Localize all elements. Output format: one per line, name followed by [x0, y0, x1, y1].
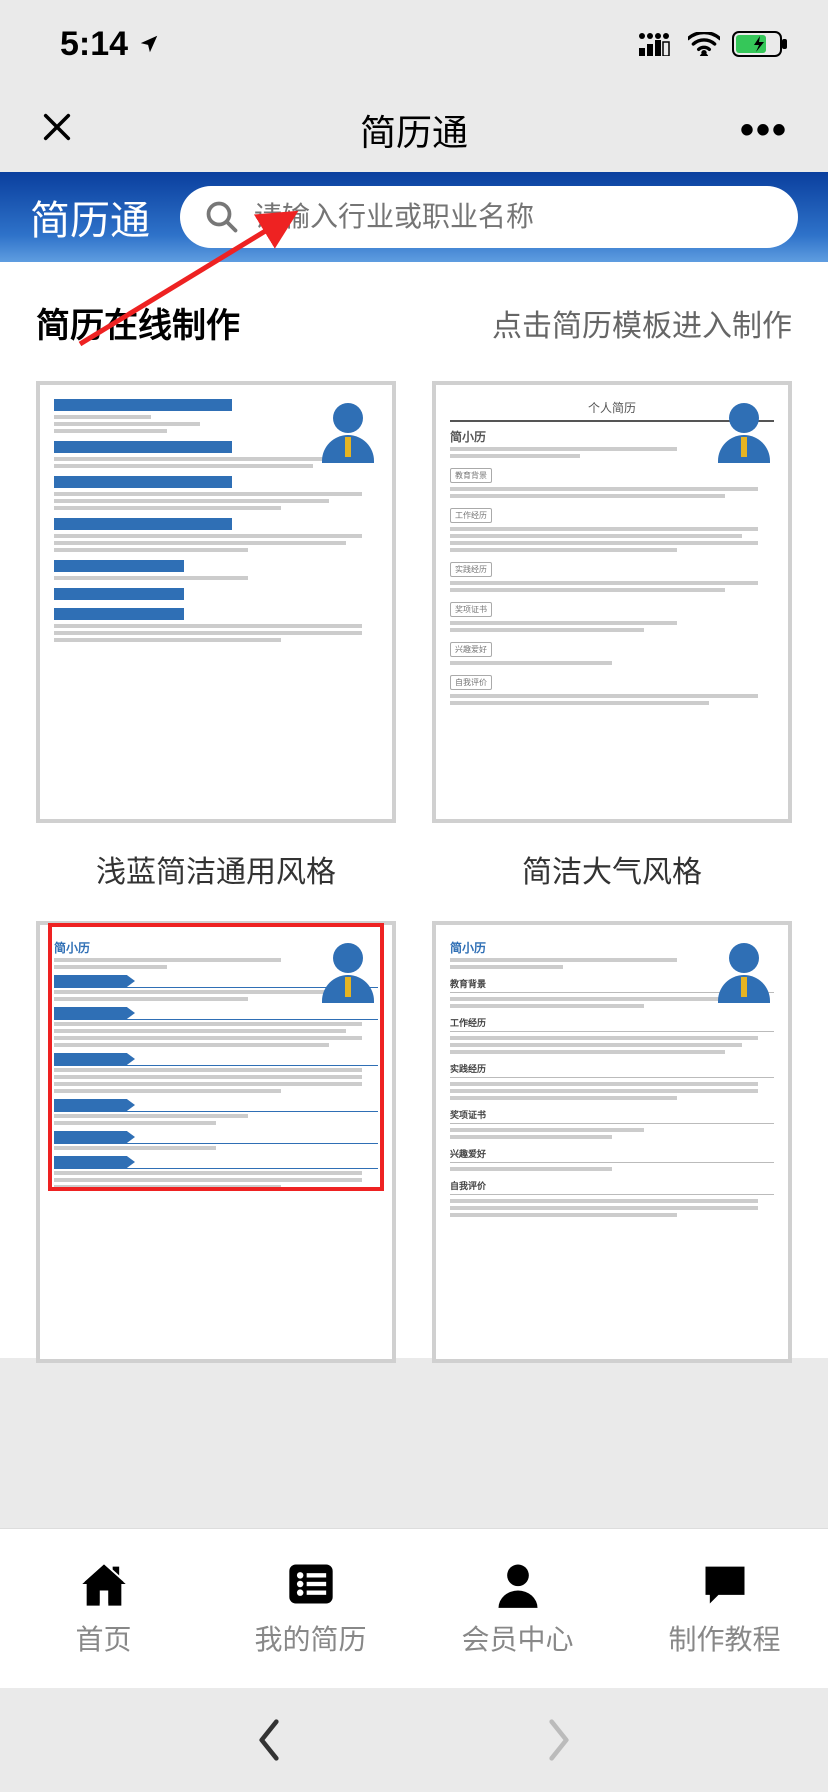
- list-icon: [285, 1560, 337, 1608]
- search-input[interactable]: [254, 201, 774, 233]
- signal-icon: [638, 32, 676, 56]
- chat-icon: [699, 1560, 751, 1608]
- status-bar: 5:14: [0, 0, 828, 88]
- person-icon: [492, 1560, 544, 1608]
- bottom-tab-bar: 首页 我的简历 会员中心 制作教程: [0, 1528, 828, 1688]
- more-icon[interactable]: •••: [740, 110, 788, 150]
- template-card[interactable]: 个人简历 简小历 教育背景 工作经历 实践经历 奖项证书 兴趣爱好 自我评价 简…: [432, 381, 792, 891]
- tab-my-resumes[interactable]: 我的简历: [207, 1529, 414, 1688]
- avatar-icon: [322, 943, 374, 1003]
- location-icon: [138, 33, 160, 55]
- template-thumb: 个人简历 简小历 教育背景 工作经历 实践经历 奖项证书 兴趣爱好 自我评价: [432, 381, 792, 823]
- template-caption: 浅蓝简洁通用风格: [96, 847, 336, 891]
- template-card[interactable]: 简小历 教育背景 工作经历 实践经历 奖项证书 兴趣爱好 自我评价: [432, 921, 792, 1363]
- avatar-icon: [322, 403, 374, 463]
- tab-tutorial[interactable]: 制作教程: [621, 1529, 828, 1688]
- tab-home[interactable]: 首页: [0, 1529, 207, 1688]
- search-icon: [204, 199, 240, 235]
- template-thumb: [36, 381, 396, 823]
- page-title: 简历通: [360, 104, 468, 156]
- template-caption: 简洁大气风格: [522, 847, 702, 891]
- tab-label: 制作教程: [668, 1618, 780, 1658]
- wifi-icon: [688, 32, 720, 56]
- section-header: 简历在线制作 点击简历模板进入制作: [36, 298, 792, 347]
- status-time-wrap: 5:14: [60, 25, 160, 64]
- avatar-icon: [718, 403, 770, 463]
- avatar-icon: [718, 943, 770, 1003]
- close-icon[interactable]: [40, 110, 74, 151]
- mini-program-nav: 简历通 •••: [0, 88, 828, 172]
- battery-icon: [732, 31, 788, 57]
- back-icon[interactable]: [254, 1718, 284, 1762]
- template-card[interactable]: 浅蓝简洁通用风格: [36, 381, 396, 891]
- tab-member[interactable]: 会员中心: [414, 1529, 621, 1688]
- template-thumb: 简小历 教育背景 工作经历 实践经历 奖项证书 兴趣爱好 自我评价: [432, 921, 792, 1363]
- app-header: 简历通: [0, 172, 828, 262]
- tab-label: 首页: [75, 1618, 131, 1658]
- tab-hint: 点击简历模板进入制作: [492, 301, 792, 345]
- template-grid: 浅蓝简洁通用风格 个人简历 简小历 教育背景 工作经历 实践经历 奖项证书 兴趣…: [36, 381, 792, 1363]
- brand-name: 简历通: [30, 188, 150, 246]
- tab-label: 我的简历: [254, 1618, 366, 1658]
- status-time: 5:14: [60, 25, 128, 64]
- search-bar[interactable]: [180, 186, 798, 248]
- tab-active[interactable]: 简历在线制作: [36, 298, 240, 347]
- template-thumb: 简小历: [36, 921, 396, 1363]
- template-card[interactable]: 简小历: [36, 921, 396, 1363]
- status-icons: [638, 31, 788, 57]
- forward-icon[interactable]: [544, 1718, 574, 1762]
- main-content: 简历在线制作 点击简历模板进入制作 浅蓝简洁通用风格 个人简历 简小历: [0, 262, 828, 1358]
- tab-label: 会员中心: [461, 1618, 573, 1658]
- home-icon: [78, 1560, 130, 1608]
- system-nav: [0, 1688, 828, 1792]
